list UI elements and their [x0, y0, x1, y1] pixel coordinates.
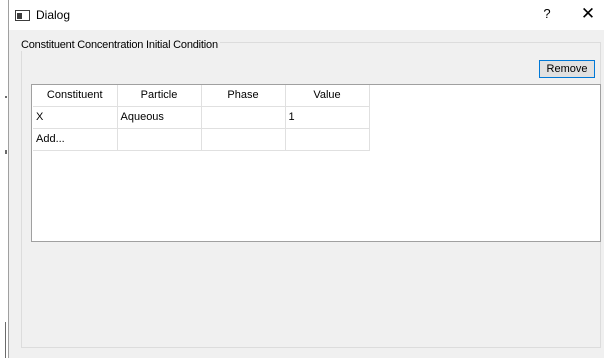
background-window-edge	[0, 0, 8, 358]
window-title: Dialog	[36, 8, 71, 22]
table-grid: Constituent Particle Phase Value X Aqueo…	[33, 85, 370, 151]
table-bottom-border	[31, 241, 601, 242]
cell-particle[interactable]: Aqueous	[117, 106, 202, 129]
column-header-value[interactable]: Value	[285, 85, 370, 107]
cell-phase[interactable]	[201, 106, 286, 129]
help-button[interactable]: ?	[539, 6, 555, 24]
remove-button[interactable]: Remove	[539, 60, 595, 78]
edge-mark	[5, 322, 6, 358]
cell-particle[interactable]	[117, 128, 202, 151]
add-row-cell[interactable]: Add...	[33, 128, 118, 151]
dialog-window: Dialog ? ✕ Constituent Concentration Ini…	[8, 0, 604, 358]
column-header-constituent[interactable]: Constituent	[33, 85, 118, 107]
window-icon	[15, 10, 30, 21]
cell-value[interactable]: 1	[285, 106, 370, 129]
table-row[interactable]: X Aqueous 1	[33, 106, 370, 129]
title-bar[interactable]: Dialog ? ✕	[9, 0, 604, 30]
cell-constituent[interactable]: X	[33, 106, 118, 129]
edge-mark	[5, 150, 7, 154]
table-row-add[interactable]: Add...	[33, 128, 370, 151]
cell-phase[interactable]	[201, 128, 286, 151]
column-header-particle[interactable]: Particle	[117, 85, 202, 107]
close-button[interactable]: ✕	[580, 4, 596, 24]
constituent-table[interactable]: Constituent Particle Phase Value X Aqueo…	[31, 84, 601, 242]
cell-value[interactable]	[285, 128, 370, 151]
header-row: Constituent Particle Phase Value	[33, 85, 370, 107]
edge-mark	[5, 96, 7, 98]
column-header-phase[interactable]: Phase	[201, 85, 286, 107]
groupbox-title: Constituent Concentration Initial Condit…	[19, 39, 220, 51]
